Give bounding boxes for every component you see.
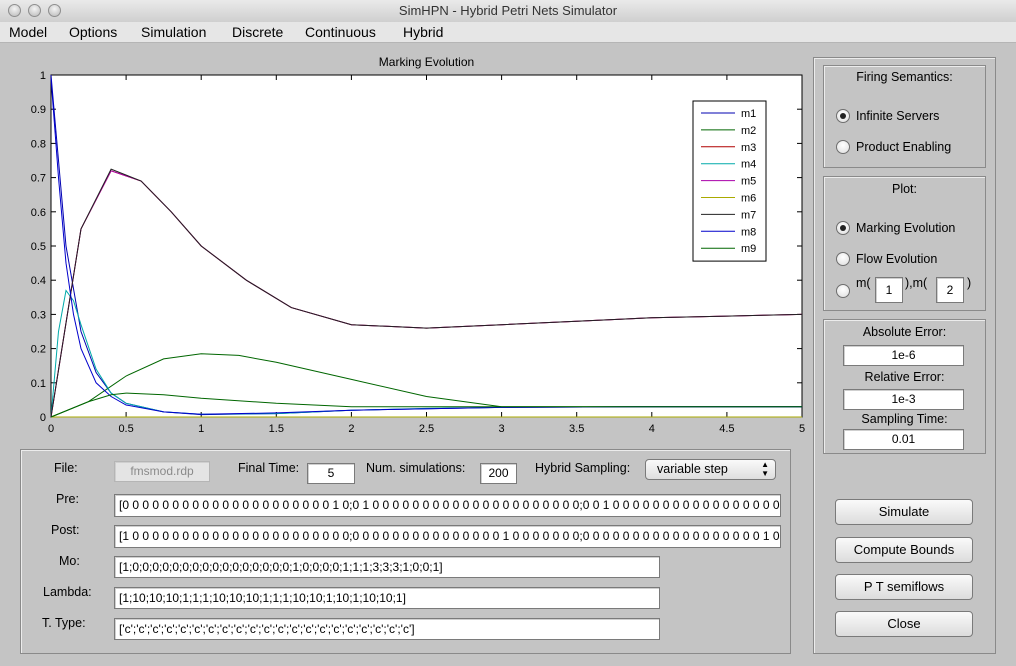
marking-evolution-label[interactable]: Marking Evolution (856, 221, 955, 235)
y-tick-label: 0.5 (31, 241, 46, 253)
product-enabling-radio[interactable] (836, 140, 850, 154)
y-tick-label: 0 (40, 412, 46, 424)
chart-title: Marking Evolution (379, 55, 474, 69)
flow-evolution-label[interactable]: Flow Evolution (856, 252, 937, 266)
sampling-time-input[interactable]: 0.01 (843, 429, 964, 450)
x-tick-label: 2.5 (419, 423, 434, 435)
final-time-label: Final Time: (238, 461, 300, 475)
menu-bar: Model Options Simulation Discrete Contin… (0, 22, 1016, 43)
y-tick-label: 0.3 (31, 309, 46, 321)
marking-evolution-chart: Marking Evolution 0 0.5 1 1.5 2 2.5 3 3.5 4 4.5 5 0 0… (31, 55, 805, 435)
close-button[interactable]: Close (835, 611, 973, 637)
pt-semiflows-button[interactable]: P T semiflows (835, 574, 973, 600)
x-tick-label: 3.5 (569, 423, 584, 435)
hybrid-sampling-select[interactable]: variable step ▲ ▼ (645, 459, 776, 480)
minimize-window-icon[interactable] (28, 4, 41, 17)
legend-label-m1: m1 (741, 108, 756, 120)
mo-input[interactable]: [1;0;0;0;0;0;0;0;0;0;0;0;0;0;0;0;0;1;0;0… (114, 556, 660, 578)
legend-label-m5: m5 (741, 176, 756, 188)
m-pair-radio[interactable] (836, 284, 850, 298)
relative-error-label: Relative Error: (864, 370, 945, 384)
relative-error-input[interactable]: 1e-3 (843, 389, 964, 410)
x-tick-label: 1.5 (269, 423, 284, 435)
plot-area (50, 74, 803, 418)
y-tick-label: 0.9 (31, 104, 46, 116)
y-tick-label: 0.7 (31, 173, 46, 185)
flow-evolution-radio[interactable] (836, 252, 850, 266)
pre-input[interactable]: [0 0 0 0 0 0 0 0 0 0 0 0 0 0 0 0 0 0 0 0… (114, 494, 781, 517)
hybrid-sampling-value: variable step (657, 462, 728, 476)
m1-index-input[interactable]: 1 (875, 277, 903, 303)
legend-label-m8: m8 (741, 226, 756, 238)
legend-label-m4: m4 (741, 159, 756, 171)
file-label: File: (54, 461, 78, 475)
legend-label-m7: m7 (741, 209, 756, 221)
window-title: SimHPN - Hybrid Petri Nets Simulator (398, 3, 618, 18)
y-tick-label: 0.8 (31, 138, 46, 150)
firing-semantics-title: Firing Semantics: (856, 70, 953, 84)
close-window-icon[interactable] (8, 4, 21, 17)
x-tick-label: 3 (499, 423, 505, 435)
num-simulations-label: Num. simulations: (366, 461, 466, 475)
y-tick-label: 0.2 (31, 344, 46, 356)
plot-title: Plot: (891, 182, 917, 196)
file-field[interactable]: fmsmod.rdp (114, 461, 210, 482)
hybrid-sampling-label: Hybrid Sampling: (535, 461, 631, 475)
menu-continuous[interactable]: Continuous (305, 23, 376, 41)
m-close-label: ) (967, 276, 972, 290)
absolute-error-input[interactable]: 1e-6 (843, 345, 964, 366)
infinite-servers-radio[interactable] (836, 109, 850, 123)
menu-simulation[interactable]: Simulation (141, 23, 206, 41)
menu-options[interactable]: Options (69, 23, 117, 41)
mo-label: Mo: (59, 554, 80, 568)
stepper-arrows-icon: ▲ ▼ (761, 460, 769, 478)
post-label: Post: (51, 523, 80, 537)
num-simulations-input[interactable]: 200 (480, 463, 517, 484)
m-mid-label: ),m( (905, 276, 928, 290)
sampling-time-label: Sampling Time: (861, 412, 948, 426)
menu-model[interactable]: Model (9, 23, 47, 41)
menu-hybrid[interactable]: Hybrid (403, 23, 443, 41)
legend-label-m3: m3 (741, 142, 756, 154)
y-tick-label: 0.4 (31, 275, 46, 287)
ttype-label: T. Type: (42, 616, 86, 630)
x-tick-label: 2 (348, 423, 354, 435)
zoom-window-icon[interactable] (48, 4, 61, 17)
menu-discrete[interactable]: Discrete (232, 23, 283, 41)
x-tick-label: 1 (198, 423, 204, 435)
y-tick-label: 0.6 (31, 207, 46, 219)
x-tick-label: 4 (649, 423, 655, 435)
legend-label-m2: m2 (741, 125, 756, 137)
final-time-input[interactable]: 5 (307, 463, 355, 484)
x-tick-label: 0.5 (118, 423, 133, 435)
infinite-servers-label[interactable]: Infinite Servers (856, 109, 939, 123)
x-tick-label: 4.5 (719, 423, 734, 435)
compute-bounds-button[interactable]: Compute Bounds (835, 537, 973, 563)
pre-label: Pre: (56, 492, 79, 506)
simulate-button[interactable]: Simulate (835, 499, 973, 525)
x-tick-label: 5 (799, 423, 805, 435)
m2-index-input[interactable]: 2 (936, 277, 964, 303)
post-input[interactable]: [1 0 0 0 0 0 0 0 0 0 0 0 0 0 0 0 0 0 0 0… (114, 525, 781, 548)
ttype-input[interactable]: ['c';'c';'c';'c';'c';'c';'c';'c';'c';'c'… (114, 618, 660, 640)
marking-evolution-radio[interactable] (836, 221, 850, 235)
title-bar: SimHPN - Hybrid Petri Nets Simulator (0, 0, 1016, 23)
product-enabling-label[interactable]: Product Enabling (856, 140, 951, 154)
m-open-label: m( (856, 276, 871, 290)
legend-label-m9: m9 (741, 243, 756, 255)
lambda-input[interactable]: [1;10;10;10;1;1;1;10;10;10;1;1;1;10;10;1… (114, 587, 660, 609)
legend-label-m6: m6 (741, 193, 756, 205)
absolute-error-label: Absolute Error: (862, 325, 947, 339)
x-tick-label: 0 (48, 423, 54, 435)
lambda-label: Lambda: (43, 585, 92, 599)
y-tick-label: 1 (40, 70, 46, 82)
y-tick-label: 0.1 (31, 378, 46, 390)
